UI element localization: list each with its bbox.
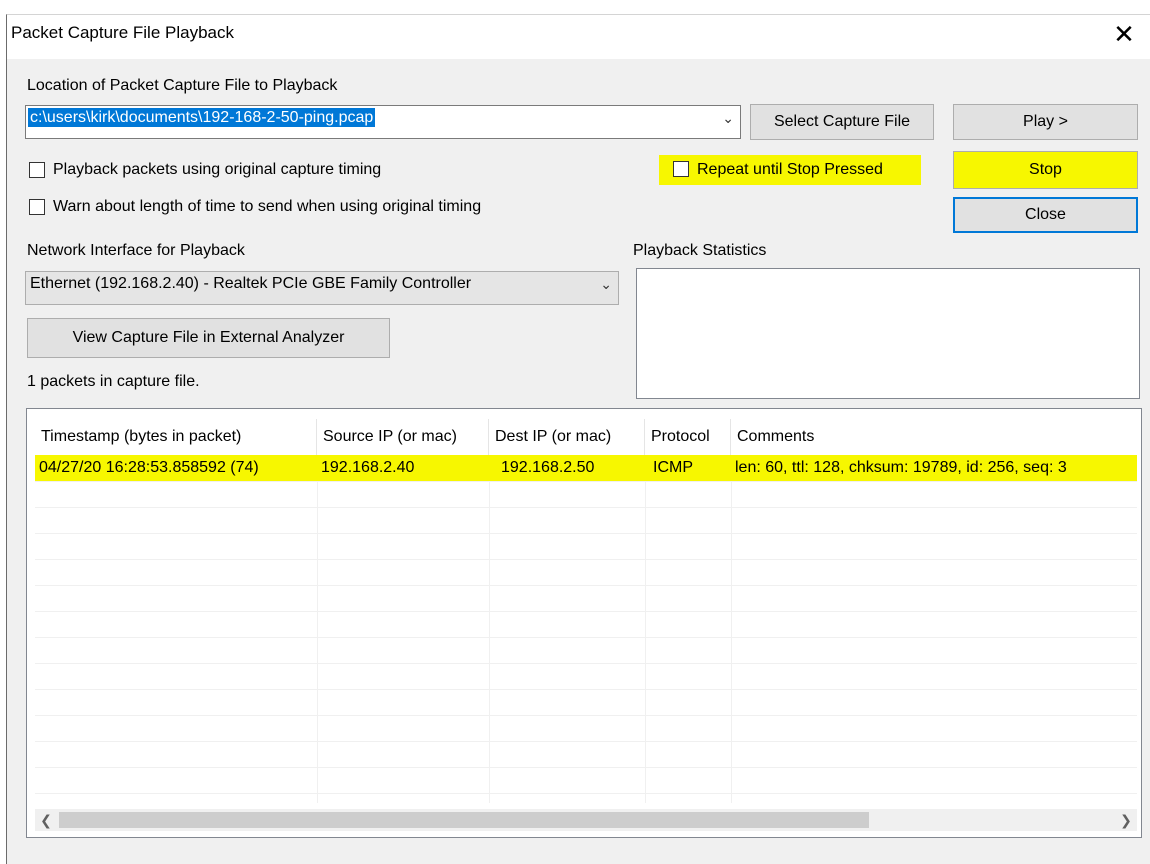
title-bar: Packet Capture File Playback ✕	[7, 15, 1150, 59]
playback-statistics-label: Playback Statistics	[633, 242, 767, 259]
chevron-left-icon[interactable]: ❮	[35, 809, 57, 831]
list-item	[35, 585, 1137, 612]
row-comments: len: 60, ttl: 128, chksum: 19789, id: 25…	[735, 459, 1067, 476]
packet-list-rows: 04/27/20 16:28:53.858592 (74) 192.168.2.…	[35, 455, 1137, 803]
network-interface-value: Ethernet (192.168.2.40) - Realtek PCIe G…	[30, 275, 472, 292]
chevron-down-icon[interactable]: ⌄	[600, 276, 612, 293]
original-timing-label: Playback packets using original capture …	[53, 161, 382, 178]
column-source-ip[interactable]: Source IP (or mac)	[317, 419, 489, 455]
repeat-checkbox[interactable]	[673, 161, 689, 177]
window-title: Packet Capture File Playback	[11, 23, 234, 42]
column-dest-ip[interactable]: Dest IP (or mac)	[489, 419, 645, 455]
network-interface-combo[interactable]: Ethernet (192.168.2.40) - Realtek PCIe G…	[25, 271, 619, 305]
list-item	[35, 715, 1137, 742]
repeat-label: Repeat until Stop Pressed	[697, 161, 883, 178]
select-capture-file-button[interactable]: Select Capture File	[750, 104, 934, 140]
list-item	[35, 559, 1137, 586]
scrollbar-thumb[interactable]	[59, 812, 869, 828]
column-comments[interactable]: Comments	[731, 419, 1137, 455]
row-dest-ip: 192.168.2.50	[501, 459, 595, 476]
packet-list-header: Timestamp (bytes in packet) Source IP (o…	[35, 419, 1137, 455]
warn-length-label: Warn about length of time to send when u…	[53, 198, 482, 215]
capture-file-combo[interactable]: c:\users\kirk\documents\192-168-2-50-pin…	[25, 105, 741, 139]
playback-statistics-box	[636, 268, 1140, 399]
packet-count: 1 packets in capture file.	[27, 373, 200, 390]
list-item	[35, 689, 1137, 716]
packet-list[interactable]: Timestamp (bytes in packet) Source IP (o…	[26, 408, 1142, 838]
close-icon[interactable]: ✕	[1111, 17, 1137, 51]
list-item	[35, 507, 1137, 534]
warn-length-checkbox[interactable]	[29, 199, 45, 215]
play-button[interactable]: Play >	[953, 104, 1138, 140]
row-protocol: ICMP	[653, 459, 693, 476]
original-timing-checkbox[interactable]	[29, 162, 45, 178]
row-timestamp: 04/27/20 16:28:53.858592 (74)	[39, 459, 259, 476]
list-item	[35, 611, 1137, 638]
column-protocol[interactable]: Protocol	[645, 419, 731, 455]
close-button[interactable]: Close	[953, 197, 1138, 233]
list-item	[35, 663, 1137, 690]
network-interface-label: Network Interface for Playback	[27, 242, 245, 259]
capture-file-label: Location of Packet Capture File to Playb…	[27, 77, 338, 94]
view-external-analyzer-button[interactable]: View Capture File in External Analyzer	[27, 318, 390, 358]
list-item	[35, 637, 1137, 664]
list-item	[35, 533, 1137, 560]
list-item	[35, 767, 1137, 794]
table-row[interactable]: 04/27/20 16:28:53.858592 (74) 192.168.2.…	[35, 455, 1137, 482]
stop-button[interactable]: Stop	[953, 151, 1138, 189]
capture-file-path: c:\users\kirk\documents\192-168-2-50-pin…	[28, 108, 376, 127]
horizontal-scrollbar[interactable]: ❮ ❯	[35, 809, 1137, 831]
chevron-right-icon[interactable]: ❯	[1115, 809, 1137, 831]
list-item	[35, 481, 1137, 508]
column-timestamp[interactable]: Timestamp (bytes in packet)	[35, 419, 317, 455]
list-item	[35, 741, 1137, 768]
chevron-down-icon[interactable]: ⌄	[722, 110, 734, 127]
row-source-ip: 192.168.2.40	[321, 459, 415, 476]
